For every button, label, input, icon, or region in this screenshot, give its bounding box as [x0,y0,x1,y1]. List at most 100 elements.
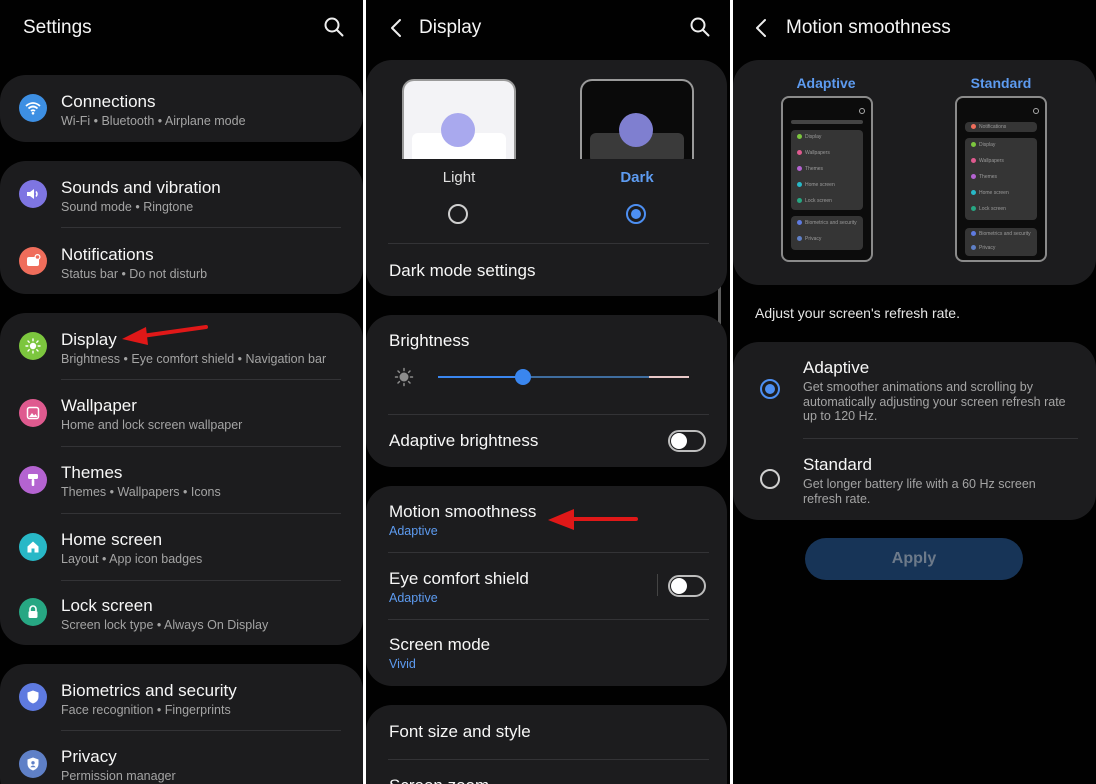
preview-standard-label: Standard [970,75,1032,91]
item-subtitle: Layout • App icon badges [61,552,203,566]
settings-item-privacy[interactable]: Privacy Permission manager [0,731,363,784]
display-screen: Display Light Dark Dark mode settings Br… [366,0,730,784]
item-label: Display [61,330,117,349]
settings-item-notifications[interactable]: Notifications Status bar • Do not distur… [0,228,363,294]
light-label: Light [442,169,476,186]
item-label: Notifications [61,245,154,264]
settings-screen: Settings Connections Wi-Fi • Bluetooth •… [0,0,363,784]
item-label: Biometrics and security [61,681,237,700]
dark-radio[interactable] [626,204,646,224]
item-subtitle: Sound mode • Ringtone [61,200,194,214]
motion-smoothness-screen: Motion smoothness Adaptive Standard Disp… [733,0,1096,784]
mini-text: Biometrics and security [805,220,857,226]
mini-item: Lock screen [971,206,1006,212]
settings-card-display: Display Brightness • Eye comfort shield … [0,313,363,645]
brightness-label: Brightness [389,331,470,350]
mini-list: Notifications [965,122,1037,132]
item-label: Screen mode [389,635,491,654]
page-title: Display [419,17,482,38]
preview-circle [441,113,475,147]
mini-text: Home screen [805,182,835,188]
item-label: Wallpaper [61,396,137,415]
back-icon[interactable] [751,16,773,40]
font-size-item[interactable]: Font size and style [366,705,727,759]
font-card: Font size and style Screen zoom [366,705,727,784]
settings-item-wallpaper[interactable]: Wallpaper Home and lock screen wallpaper [0,380,363,446]
item-subtitle: Brightness • Eye comfort shield • Naviga… [61,352,327,366]
search-icon[interactable] [689,16,711,38]
image-icon [19,399,47,427]
mini-item: Privacy [797,236,821,242]
mini-text: Privacy [979,245,996,251]
page-title: Motion smoothness [786,17,951,38]
eye-comfort-item[interactable]: Eye comfort shield Adaptive [366,553,727,619]
item-label: Eye comfort shield [389,569,529,588]
settings-item-home-screen[interactable]: Home screen Layout • App icon badges [0,514,363,580]
item-subtitle: Screen lock type • Always On Display [61,618,269,632]
speaker-icon [19,180,47,208]
screen-mode-item[interactable]: Screen mode Vivid [366,620,727,686]
mini-text: Wallpapers [805,150,830,156]
preview-card: Adaptive Standard Display Wallpapers The… [733,60,1096,285]
light-mode-preview[interactable] [402,79,516,159]
motion-header: Motion smoothness [733,0,1096,56]
option-standard[interactable]: Standard Get longer battery life with a … [733,439,1096,520]
option-description: Get longer battery life with a 60 Hz scr… [803,477,1036,506]
mini-text: Themes [805,166,824,172]
item-label: Adaptive brightness [389,431,539,450]
settings-header: Settings [0,0,363,56]
brightness-slider[interactable] [438,369,689,385]
settings-item-themes[interactable]: Themes Themes • Wallpapers • Icons [0,447,363,513]
brightness-card: Brightness Adaptive brightness [366,315,727,467]
brush-icon [19,466,47,494]
option-description: Get smoother animations and scrolling by… [803,380,1066,423]
home-icon [19,533,47,561]
back-icon[interactable] [386,16,408,40]
standard-radio[interactable] [760,469,780,489]
brightness-extra-zone [649,376,689,378]
mini-list: Display Wallpapers Themes Home screen Lo… [965,138,1037,220]
dark-mode-settings-item[interactable]: Dark mode settings [366,244,727,296]
annotation-arrow-icon [122,325,208,345]
mini-text: Themes [979,174,998,180]
annotation-arrow-icon [548,509,638,530]
settings-item-connections[interactable]: Connections Wi-Fi • Bluetooth • Airplane… [0,75,363,142]
mini-text: Display [805,134,822,140]
refresh-options-card: Adaptive Get smoother animations and scr… [733,342,1096,520]
brightness-fill [438,376,524,378]
adaptive-brightness-item[interactable]: Adaptive brightness [366,415,727,467]
sun-icon [19,332,47,360]
option-adaptive[interactable]: Adaptive Get smoother animations and scr… [733,342,1096,438]
mini-bar [791,120,863,124]
item-subtitle: Themes • Wallpapers • Icons [61,485,221,499]
settings-item-lock-screen[interactable]: Lock screen Screen lock type • Always On… [0,581,363,645]
settings-item-biometrics[interactable]: Biometrics and security Face recognition… [0,664,363,730]
item-value: Adaptive [389,524,438,538]
brightness-sun-icon [394,367,414,392]
mini-text: Lock screen [979,206,1006,212]
mini-text: Home screen [979,190,1009,196]
adaptive-preview-phone: Display Wallpapers Themes Home screen Lo… [781,96,873,262]
mini-item: Display [971,142,995,148]
dark-label: Dark [620,169,654,186]
mini-search-icon [859,108,865,114]
adaptive-brightness-toggle[interactable] [668,430,706,452]
mini-item: Home screen [797,182,835,188]
screen-zoom-item[interactable]: Screen zoom [366,760,727,784]
adaptive-radio[interactable] [760,379,780,399]
item-label: Home screen [61,530,163,549]
apply-button[interactable]: Apply [805,538,1023,580]
item-label: Motion smoothness [389,502,537,521]
search-icon[interactable] [323,16,345,38]
item-subtitle: Permission manager [61,769,176,783]
light-radio[interactable] [448,204,468,224]
mini-item: Notifications [971,124,1006,130]
divider [657,574,658,596]
settings-item-sounds[interactable]: Sounds and vibration Sound mode • Ringto… [0,161,363,227]
item-subtitle: Status bar • Do not disturb [61,267,208,281]
eye-comfort-toggle[interactable] [668,575,706,597]
mini-item: Themes [971,174,997,180]
mini-item: Wallpapers [971,158,1004,164]
brightness-thumb[interactable] [515,369,532,385]
dark-mode-preview[interactable] [580,79,694,159]
